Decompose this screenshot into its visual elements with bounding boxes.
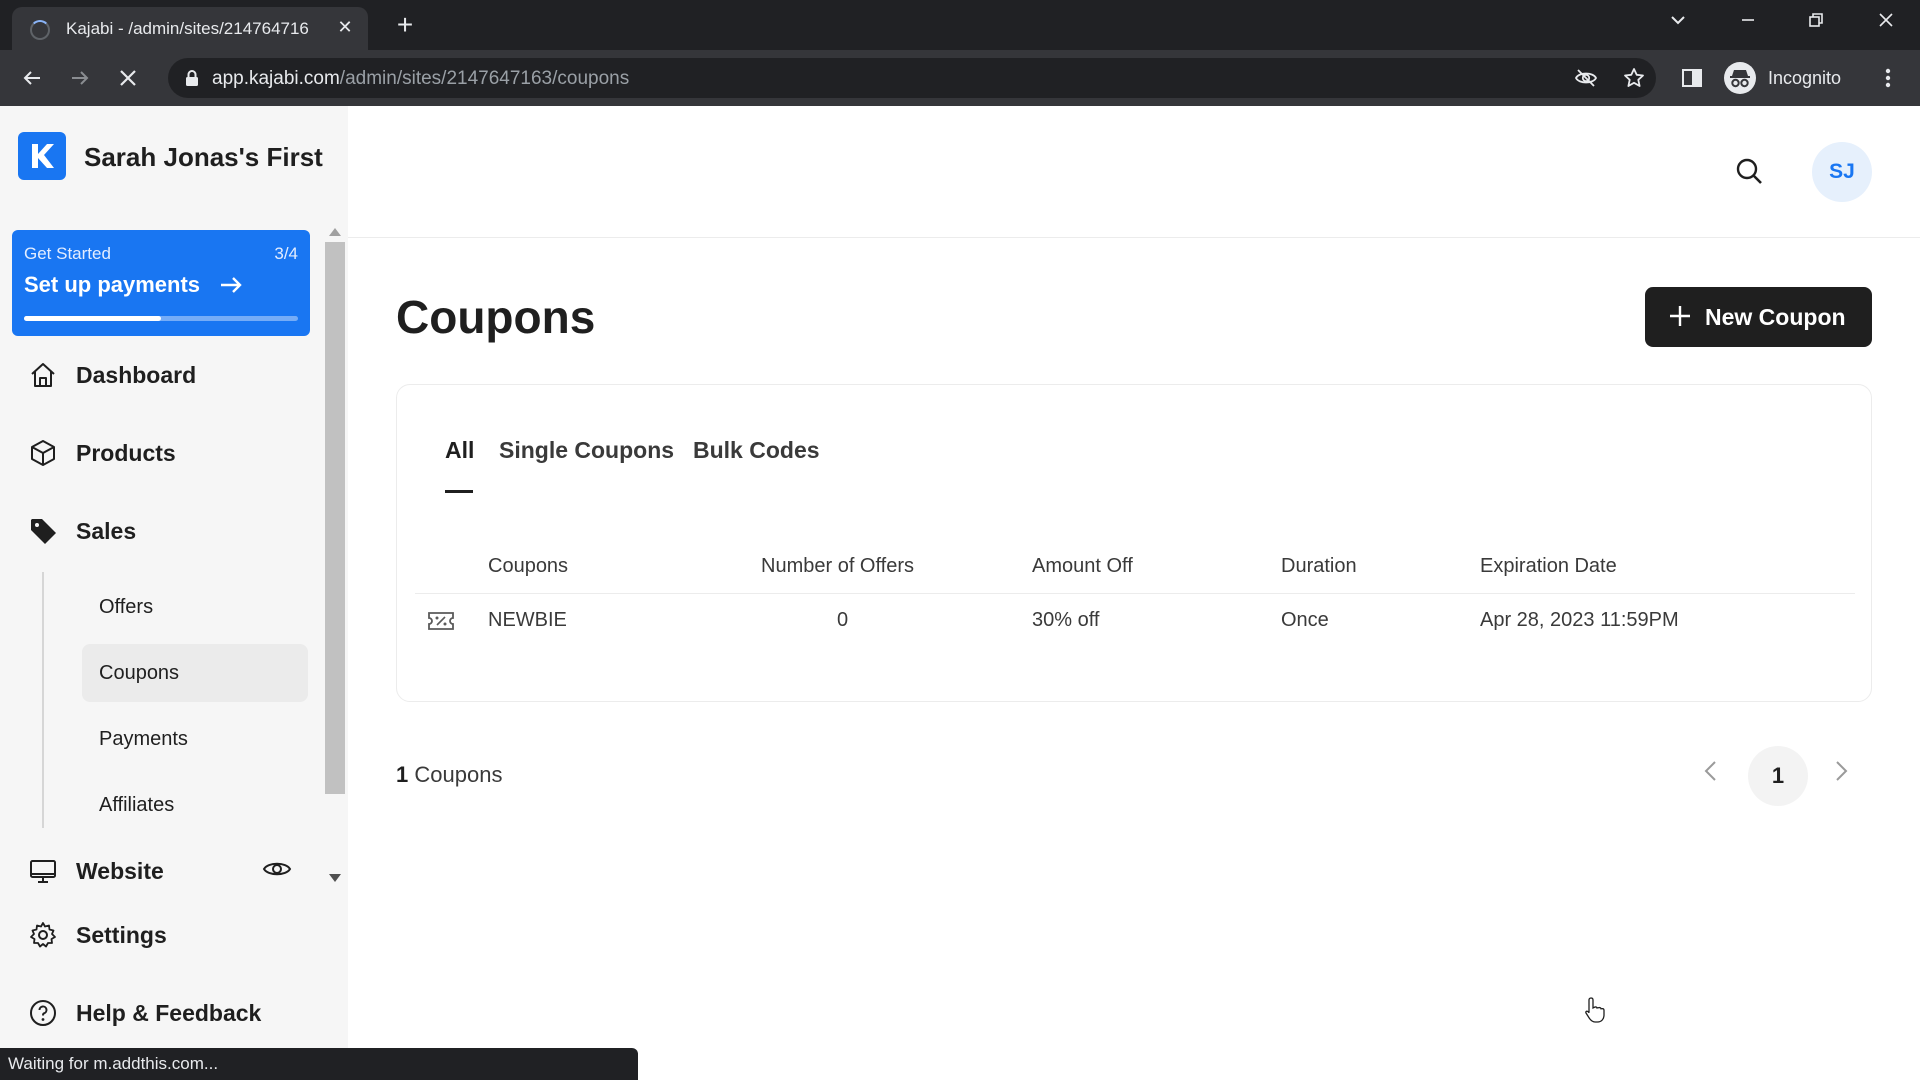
- help-circle-icon: [30, 1000, 56, 1026]
- new-tab-button[interactable]: +: [390, 10, 420, 40]
- subitem-label: Coupons: [99, 662, 180, 684]
- sidebar-item-label: Dashboard: [76, 362, 197, 388]
- active-tab-indicator: [445, 490, 473, 493]
- app-root: Sarah Jonas's First Get Started 3/4 Set …: [0, 106, 1920, 1080]
- url-text: app.kajabi.com/admin/sites/2147647163/co…: [212, 68, 630, 89]
- sidebar-subitem-offers[interactable]: Offers: [82, 578, 308, 636]
- close-tab-icon[interactable]: ✕: [334, 16, 356, 38]
- tab-search-chevron-icon[interactable]: [1658, 8, 1698, 38]
- sidebar-item-help[interactable]: Help & Feedback: [28, 990, 308, 1034]
- new-coupon-button[interactable]: New Coupon: [1645, 287, 1872, 347]
- tracking-protection-eye-off-icon[interactable]: [1574, 66, 1598, 90]
- eye-icon[interactable]: [262, 854, 292, 884]
- get-started-count: 3/4: [274, 244, 298, 263]
- coupon-code-cell[interactable]: NEWBIE: [488, 609, 567, 632]
- previous-page-chevron-icon[interactable]: [1696, 756, 1726, 786]
- side-panel-icon[interactable]: [1678, 64, 1706, 92]
- coupons-card: All Single Coupons Bulk Codes Coupons Nu…: [396, 384, 1872, 702]
- current-page[interactable]: 1: [1748, 746, 1808, 806]
- sidebar-item-dashboard[interactable]: Dashboard: [28, 352, 308, 396]
- user-avatar[interactable]: SJ: [1812, 142, 1872, 202]
- sidebar-item-label: Products: [76, 440, 176, 466]
- forward-arrow-icon[interactable]: [64, 62, 96, 94]
- top-header: [348, 106, 1920, 238]
- sidebar: Sarah Jonas's First Get Started 3/4 Set …: [0, 106, 348, 1080]
- sidebar-item-products[interactable]: Products: [28, 430, 308, 474]
- restore-window-icon[interactable]: [1796, 8, 1836, 38]
- monitor-icon: [30, 860, 56, 883]
- table-header-divider: [415, 593, 1855, 594]
- box-icon: [31, 440, 55, 466]
- sidebar-item-label: Website: [76, 858, 164, 884]
- new-coupon-label: New Coupon: [1705, 304, 1846, 330]
- sidebar-subitem-payments[interactable]: Payments: [82, 710, 308, 768]
- sidebar-subitem-affiliates[interactable]: Affiliates: [82, 776, 308, 834]
- sidebar-scrollbar-thumb[interactable]: [325, 242, 345, 794]
- next-page-chevron-icon[interactable]: [1826, 756, 1856, 786]
- close-window-icon[interactable]: [1866, 8, 1906, 38]
- tab-single-coupons[interactable]: Single Coupons: [499, 437, 674, 464]
- hand-cursor-icon: [1585, 997, 1605, 1023]
- amount-off-cell: 30% off: [1032, 609, 1100, 631]
- scroll-down-arrow-icon[interactable]: [329, 874, 341, 882]
- browser-menu-icon[interactable]: [1874, 64, 1902, 92]
- gear-icon: [30, 922, 56, 948]
- duration-cell: Once: [1281, 609, 1329, 631]
- page-title: Coupons: [396, 291, 596, 343]
- tab-bulk-codes[interactable]: Bulk Codes: [693, 437, 820, 464]
- sidebar-item-label: Sales: [76, 518, 137, 544]
- sidebar-item-sales[interactable]: Sales: [28, 508, 308, 552]
- coupon-count: 1 Coupons: [396, 762, 503, 787]
- browser-toolbar: app.kajabi.com/admin/sites/2147647163/co…: [0, 50, 1920, 106]
- coupon-ticket-icon: [428, 612, 454, 630]
- column-header-expiration-date: Expiration Date: [1480, 555, 1617, 577]
- get-started-progress: [24, 316, 298, 321]
- incognito-label: Incognito: [1768, 68, 1842, 88]
- subitem-label: Affiliates: [99, 794, 175, 816]
- column-header-amount-off: Amount Off: [1032, 555, 1133, 577]
- plus-icon: [1670, 306, 1690, 326]
- incognito-icon: [1724, 62, 1756, 94]
- kajabi-logo[interactable]: [18, 132, 66, 180]
- browser-status-bar: Waiting for m.addthis.com...: [0, 1048, 638, 1080]
- loading-spinner-icon: [30, 20, 50, 40]
- scroll-up-arrow-icon[interactable]: [329, 228, 341, 236]
- submenu-divider: [42, 572, 44, 828]
- arrow-right-icon: [221, 277, 242, 293]
- address-bar[interactable]: app.kajabi.com/admin/sites/2147647163/co…: [168, 58, 1656, 98]
- sidebar-subitem-coupons[interactable]: Coupons: [82, 644, 308, 702]
- minimize-window-icon[interactable]: [1728, 8, 1768, 38]
- browser-tabstrip: Kajabi - /admin/sites/214764716 ✕ +: [0, 0, 1920, 50]
- get-started-card[interactable]: Get Started 3/4 Set up payments: [12, 230, 310, 336]
- lock-icon: [186, 70, 198, 86]
- site-name[interactable]: Sarah Jonas's First: [84, 142, 323, 173]
- sidebar-item-label: Help & Feedback: [76, 1000, 262, 1026]
- search-icon[interactable]: [1734, 156, 1764, 186]
- column-header-number-of-offers: Number of Offers: [761, 555, 915, 577]
- get-started-label: Get Started: [24, 244, 111, 263]
- column-header-coupons: Coupons: [488, 555, 569, 577]
- browser-tab[interactable]: Kajabi - /admin/sites/214764716 ✕: [12, 7, 368, 50]
- home-icon: [31, 363, 55, 387]
- expiration-date-cell: Apr 28, 2023 11:59PM: [1480, 609, 1679, 631]
- column-header-duration: Duration: [1281, 555, 1357, 577]
- stop-loading-icon[interactable]: [112, 62, 144, 94]
- tab-title: Kajabi - /admin/sites/214764716: [66, 19, 309, 38]
- subitem-label: Payments: [99, 728, 188, 750]
- incognito-profile-button[interactable]: Incognito: [1722, 58, 1862, 98]
- back-arrow-icon[interactable]: [16, 62, 48, 94]
- bookmark-star-icon[interactable]: [1622, 66, 1646, 90]
- get-started-title: Set up payments: [24, 272, 201, 297]
- get-started-progress-fill: [24, 316, 161, 321]
- offers-count-cell: 0: [837, 609, 849, 631]
- sidebar-item-settings[interactable]: Settings: [28, 912, 308, 956]
- sidebar-item-label: Settings: [76, 922, 167, 948]
- subitem-label: Offers: [99, 596, 154, 618]
- tag-icon: [31, 519, 56, 544]
- tab-all[interactable]: All: [445, 437, 474, 464]
